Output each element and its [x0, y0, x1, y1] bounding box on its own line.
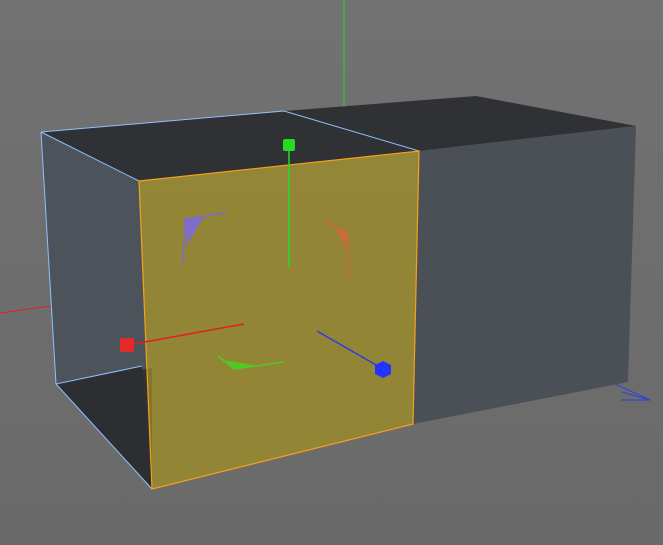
cube-bottom-shadow	[56, 366, 152, 489]
viewport-canvas[interactable]	[0, 0, 663, 545]
cube-side-face[interactable]	[413, 126, 636, 424]
move-x-handle[interactable]	[120, 338, 134, 352]
selected-face[interactable]	[138, 150, 420, 490]
3d-viewport[interactable]	[0, 0, 663, 545]
move-y-handle[interactable]	[283, 139, 295, 151]
